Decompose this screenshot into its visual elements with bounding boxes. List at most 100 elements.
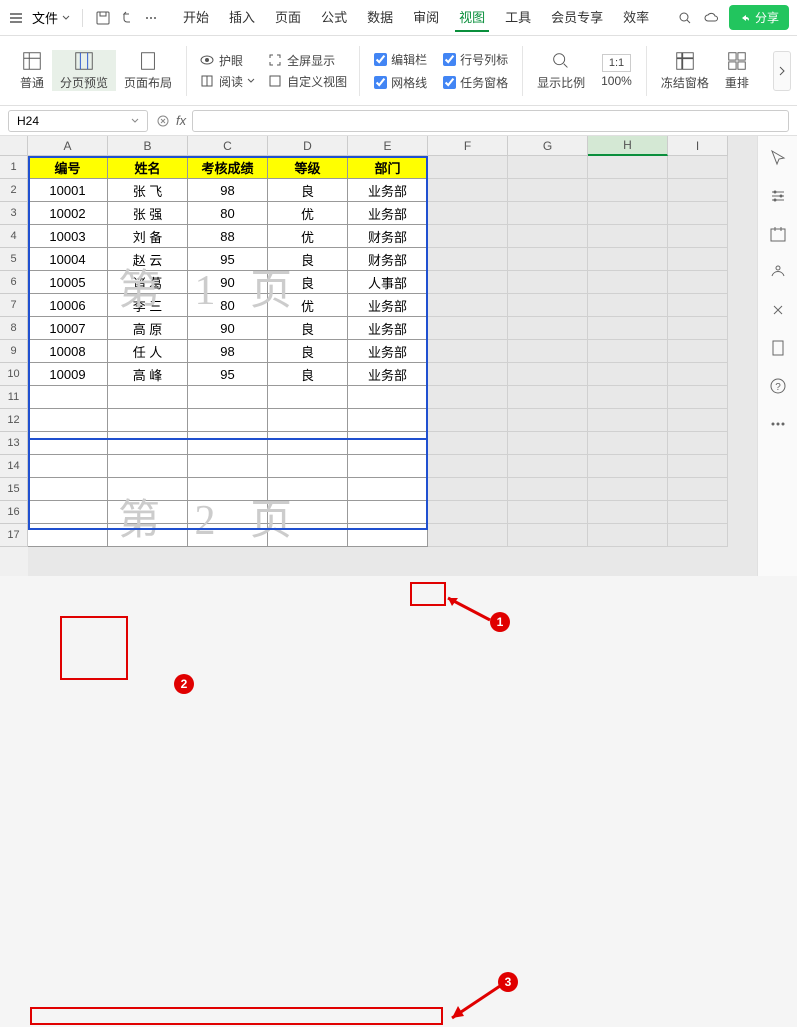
cell[interactable] [668, 340, 728, 363]
cell[interactable]: 编号 [28, 156, 108, 179]
cancel-icon[interactable] [156, 114, 170, 128]
row-header-9[interactable]: 9 [0, 340, 28, 363]
cell[interactable] [668, 455, 728, 478]
edit-bar-check[interactable]: 编辑栏 [374, 51, 427, 68]
col-header-C[interactable]: C [188, 136, 268, 156]
cell[interactable] [268, 409, 348, 432]
name-box[interactable]: H24 [8, 110, 148, 132]
tab-member[interactable]: 会员专享 [547, 3, 607, 32]
cell[interactable] [428, 179, 508, 202]
task-pane-check[interactable]: 任务窗格 [443, 74, 508, 91]
zoom-button[interactable]: 显示比例 [529, 50, 593, 91]
cell[interactable]: 10008 [28, 340, 108, 363]
row-header-15[interactable]: 15 [0, 478, 28, 501]
cell[interactable] [588, 294, 668, 317]
select-icon[interactable] [768, 148, 788, 168]
cell[interactable] [348, 501, 428, 524]
cell[interactable] [668, 156, 728, 179]
cell[interactable]: 80 [188, 202, 268, 225]
cell[interactable]: 95 [188, 248, 268, 271]
cell[interactable]: 10002 [28, 202, 108, 225]
cell[interactable] [188, 432, 268, 455]
row-header-17[interactable]: 17 [0, 524, 28, 547]
cell[interactable] [668, 501, 728, 524]
cell[interactable] [588, 248, 668, 271]
cell[interactable] [668, 248, 728, 271]
cell[interactable] [428, 294, 508, 317]
cell[interactable] [188, 386, 268, 409]
cell[interactable] [588, 386, 668, 409]
cell[interactable] [28, 409, 108, 432]
tab-insert[interactable]: 插入 [225, 3, 259, 32]
formula-input[interactable] [192, 110, 789, 132]
row-header-16[interactable]: 16 [0, 501, 28, 524]
tab-start[interactable]: 开始 [179, 3, 213, 32]
tab-formula[interactable]: 公式 [317, 3, 351, 32]
undo-icon[interactable] [119, 10, 135, 26]
cell[interactable] [508, 478, 588, 501]
tab-review[interactable]: 审阅 [409, 3, 443, 32]
cell[interactable]: 优 [268, 225, 348, 248]
col-header-G[interactable]: G [508, 136, 588, 156]
cell[interactable] [668, 409, 728, 432]
cell[interactable] [428, 248, 508, 271]
settings-icon[interactable] [768, 186, 788, 206]
cell[interactable] [508, 386, 588, 409]
select-all-corner[interactable] [0, 136, 28, 156]
cell[interactable] [428, 340, 508, 363]
cell[interactable] [348, 524, 428, 547]
cell[interactable] [588, 156, 668, 179]
cell[interactable]: 10003 [28, 225, 108, 248]
cell[interactable]: 90 [188, 317, 268, 340]
cell[interactable]: 98 [188, 340, 268, 363]
cell[interactable]: 诸 葛 [108, 271, 188, 294]
col-header-I[interactable]: I [668, 136, 728, 156]
tab-data[interactable]: 数据 [363, 3, 397, 32]
cell[interactable]: 高 原 [108, 317, 188, 340]
col-header-A[interactable]: A [28, 136, 108, 156]
cell[interactable]: 良 [268, 179, 348, 202]
cell[interactable]: 财务部 [348, 248, 428, 271]
cell[interactable]: 高 峰 [108, 363, 188, 386]
row-header-6[interactable]: 6 [0, 271, 28, 294]
page-layout-button[interactable]: 页面布局 [116, 50, 180, 91]
row-header-14[interactable]: 14 [0, 455, 28, 478]
cell[interactable] [348, 432, 428, 455]
cell[interactable] [428, 271, 508, 294]
cell[interactable]: 张 飞 [108, 179, 188, 202]
cell[interactable] [28, 432, 108, 455]
row-header-1[interactable]: 1 [0, 156, 28, 179]
cell[interactable] [268, 432, 348, 455]
cell[interactable] [508, 363, 588, 386]
row-header-11[interactable]: 11 [0, 386, 28, 409]
menu-icon[interactable] [8, 10, 24, 26]
cell[interactable]: 10009 [28, 363, 108, 386]
cell[interactable]: 优 [268, 294, 348, 317]
cell[interactable] [588, 432, 668, 455]
cell[interactable] [348, 409, 428, 432]
tools-icon[interactable] [768, 300, 788, 320]
cell[interactable]: 良 [268, 340, 348, 363]
cell[interactable] [188, 409, 268, 432]
bookmark-icon[interactable] [768, 338, 788, 358]
cell[interactable] [588, 524, 668, 547]
cell[interactable]: 良 [268, 248, 348, 271]
cell[interactable]: 任 人 [108, 340, 188, 363]
cell[interactable] [588, 478, 668, 501]
cell[interactable] [188, 455, 268, 478]
cell[interactable] [508, 179, 588, 202]
cell[interactable] [588, 225, 668, 248]
cell[interactable] [108, 386, 188, 409]
col-header-E[interactable]: E [348, 136, 428, 156]
cell[interactable]: 良 [268, 363, 348, 386]
cell[interactable] [668, 225, 728, 248]
cell[interactable] [428, 317, 508, 340]
cell[interactable] [188, 524, 268, 547]
cell[interactable] [668, 363, 728, 386]
cell[interactable] [268, 386, 348, 409]
row-header-4[interactable]: 4 [0, 225, 28, 248]
cell[interactable] [668, 271, 728, 294]
cell[interactable]: 张 强 [108, 202, 188, 225]
cell[interactable] [28, 524, 108, 547]
cell[interactable] [428, 501, 508, 524]
